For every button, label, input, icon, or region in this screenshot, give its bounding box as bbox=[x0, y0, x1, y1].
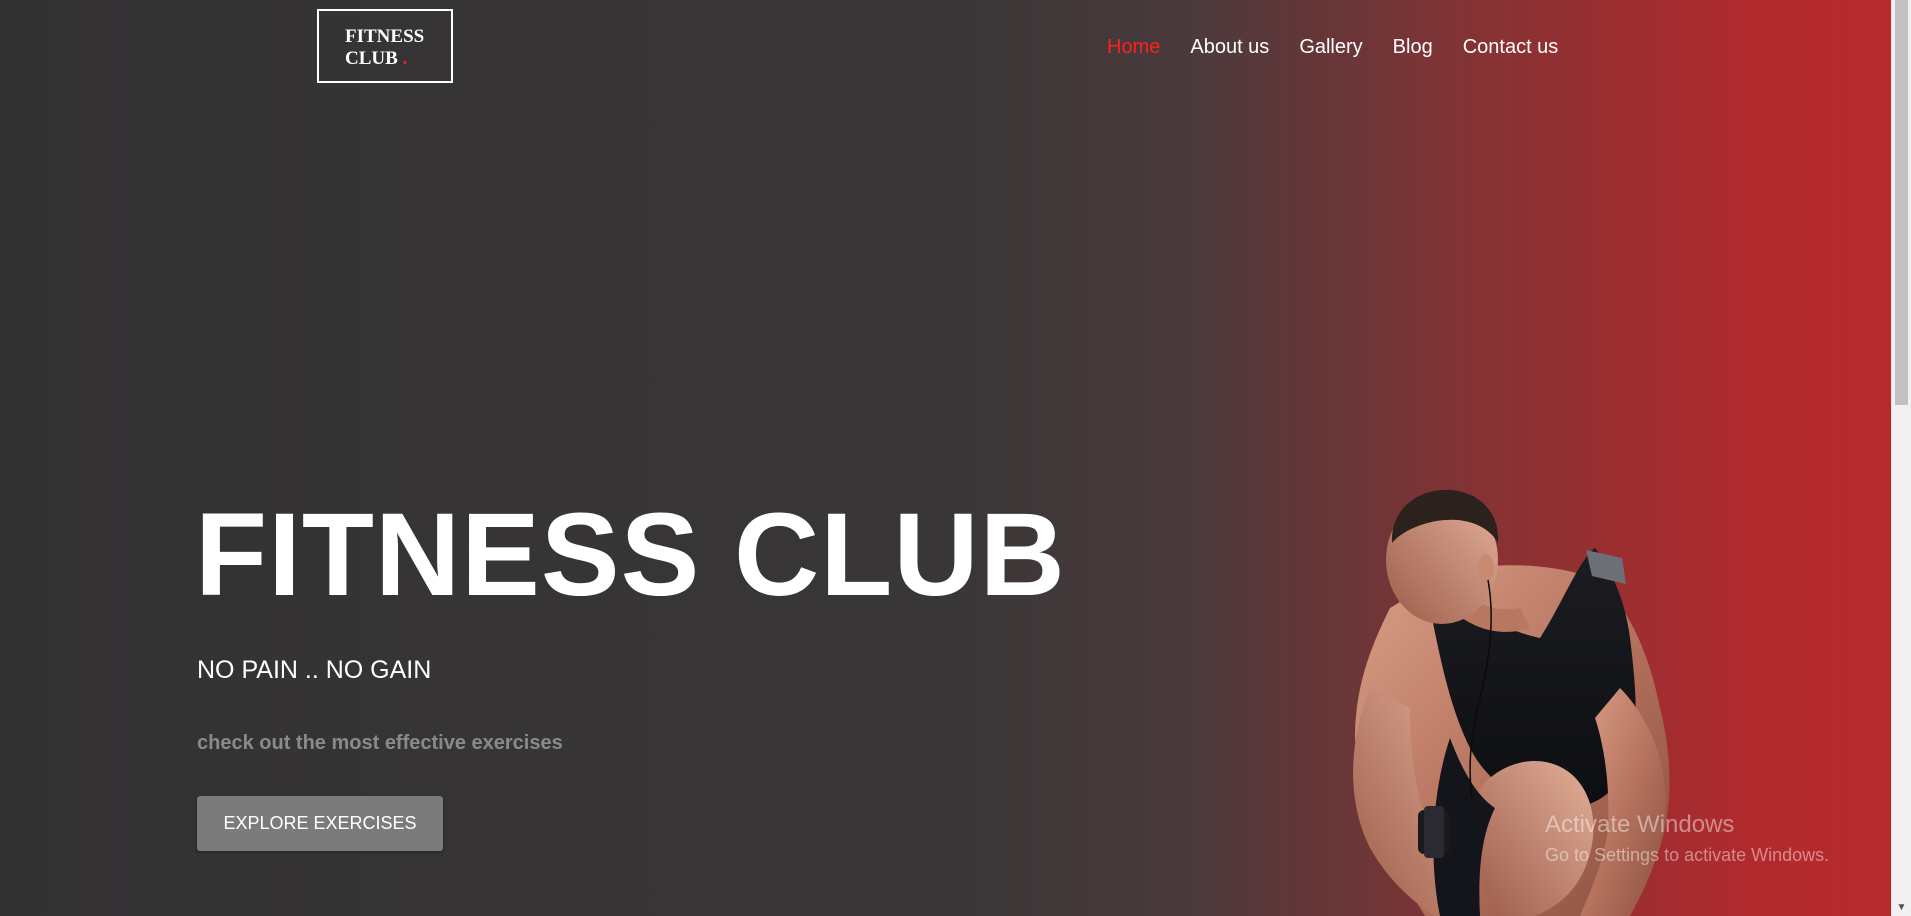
nav-item-blog[interactable]: Blog bbox=[1393, 33, 1433, 61]
logo-line-1: FITNESS bbox=[345, 26, 425, 47]
explore-exercises-button[interactable]: EXPLORE EXERCISES bbox=[197, 796, 443, 851]
page: FITNESS CLUB . Home About us Gallery Blo… bbox=[0, 0, 1911, 916]
logo-line-2: CLUB bbox=[345, 48, 398, 69]
hero-description: check out the most effective exercises bbox=[197, 732, 563, 754]
nav-item-gallery[interactable]: Gallery bbox=[1299, 33, 1362, 61]
watermark-subtitle: Go to Settings to activate Windows. bbox=[1545, 845, 1830, 865]
vertical-scrollbar[interactable]: ▼ bbox=[1891, 0, 1911, 916]
nav-item-about-us[interactable]: About us bbox=[1190, 33, 1269, 61]
hero-title: FITNESS CLUB bbox=[195, 489, 1066, 621]
activate-windows-watermark: Activate Windows Go to Settings to activ… bbox=[1545, 810, 1829, 868]
nav-item-contact-us[interactable]: Contact us bbox=[1463, 33, 1559, 61]
logo-dot: . bbox=[402, 48, 408, 69]
scrollbar-thumb[interactable] bbox=[1895, 0, 1908, 405]
viewport: FITNESS CLUB . Home About us Gallery Blo… bbox=[0, 0, 1891, 916]
main-nav: Home About us Gallery Blog Contact us bbox=[1107, 33, 1558, 61]
nav-item-home[interactable]: Home bbox=[1107, 33, 1160, 61]
chevron-down-icon[interactable]: ▼ bbox=[1892, 902, 1911, 914]
hero-subtitle: NO PAIN .. NO GAIN bbox=[197, 656, 432, 684]
site-logo[interactable]: FITNESS CLUB . bbox=[317, 9, 453, 83]
watermark-title: Activate Windows bbox=[1545, 811, 1735, 838]
